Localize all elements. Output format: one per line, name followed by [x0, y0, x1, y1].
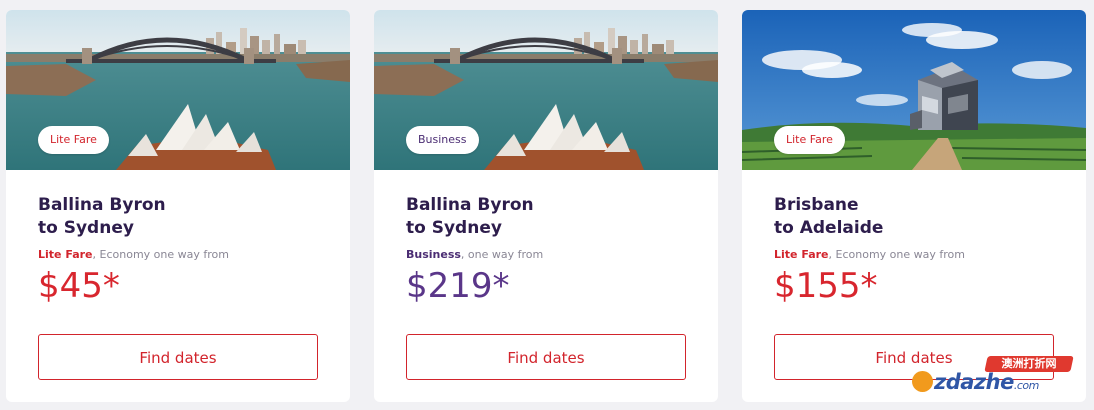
watermark-brand: zdazhe [934, 370, 1014, 394]
sydney-harbour-image: Business [374, 10, 718, 170]
price: $155* [774, 266, 878, 306]
fare-badge: Lite Fare [38, 126, 109, 154]
route-origin: Brisbane [774, 195, 859, 215]
fare-name: Business [406, 248, 461, 261]
fare-badge: Business [406, 126, 479, 154]
watermark-o-icon [912, 371, 933, 392]
deal-card[interactable]: Lite Fare Brisbane to Adelaide Lite Fare… [742, 10, 1086, 402]
route-title: Brisbane to Adelaide [774, 194, 883, 240]
route-origin: Ballina Byron [38, 195, 166, 215]
fare-suffix: , Economy one way from [828, 248, 965, 261]
route-title: Ballina Byron to Sydney [38, 194, 166, 240]
find-dates-button[interactable]: Find dates [406, 334, 686, 380]
route-destination: to Sydney [406, 218, 502, 238]
fare-description: Business, one way from [406, 248, 543, 261]
route-destination: to Adelaide [774, 218, 884, 238]
deal-card[interactable]: Business Ballina Byron to Sydney Busines… [374, 10, 718, 402]
fare-suffix: , one way from [460, 248, 544, 261]
price: $219* [406, 266, 510, 306]
find-dates-button[interactable]: Find dates [38, 334, 318, 380]
price: $45* [38, 266, 120, 306]
watermark-logo: zdazhe.com [912, 370, 1039, 394]
fare-name: Lite Fare [38, 248, 93, 261]
deal-card[interactable]: Lite Fare Ballina Byron to Sydney Lite F… [6, 10, 350, 402]
fare-description: Lite Fare, Economy one way from [774, 248, 965, 261]
route-origin: Ballina Byron [406, 195, 534, 215]
sydney-harbour-image: Lite Fare [6, 10, 350, 170]
fare-description: Lite Fare, Economy one way from [38, 248, 229, 261]
watermark-tld: .com [1013, 379, 1040, 392]
fare-name: Lite Fare [774, 248, 829, 261]
route-title: Ballina Byron to Sydney [406, 194, 534, 240]
route-destination: to Sydney [38, 218, 134, 238]
fare-badge: Lite Fare [774, 126, 845, 154]
fare-suffix: , Economy one way from [92, 248, 229, 261]
adelaide-vineyard-cube-image: Lite Fare [742, 10, 1086, 170]
